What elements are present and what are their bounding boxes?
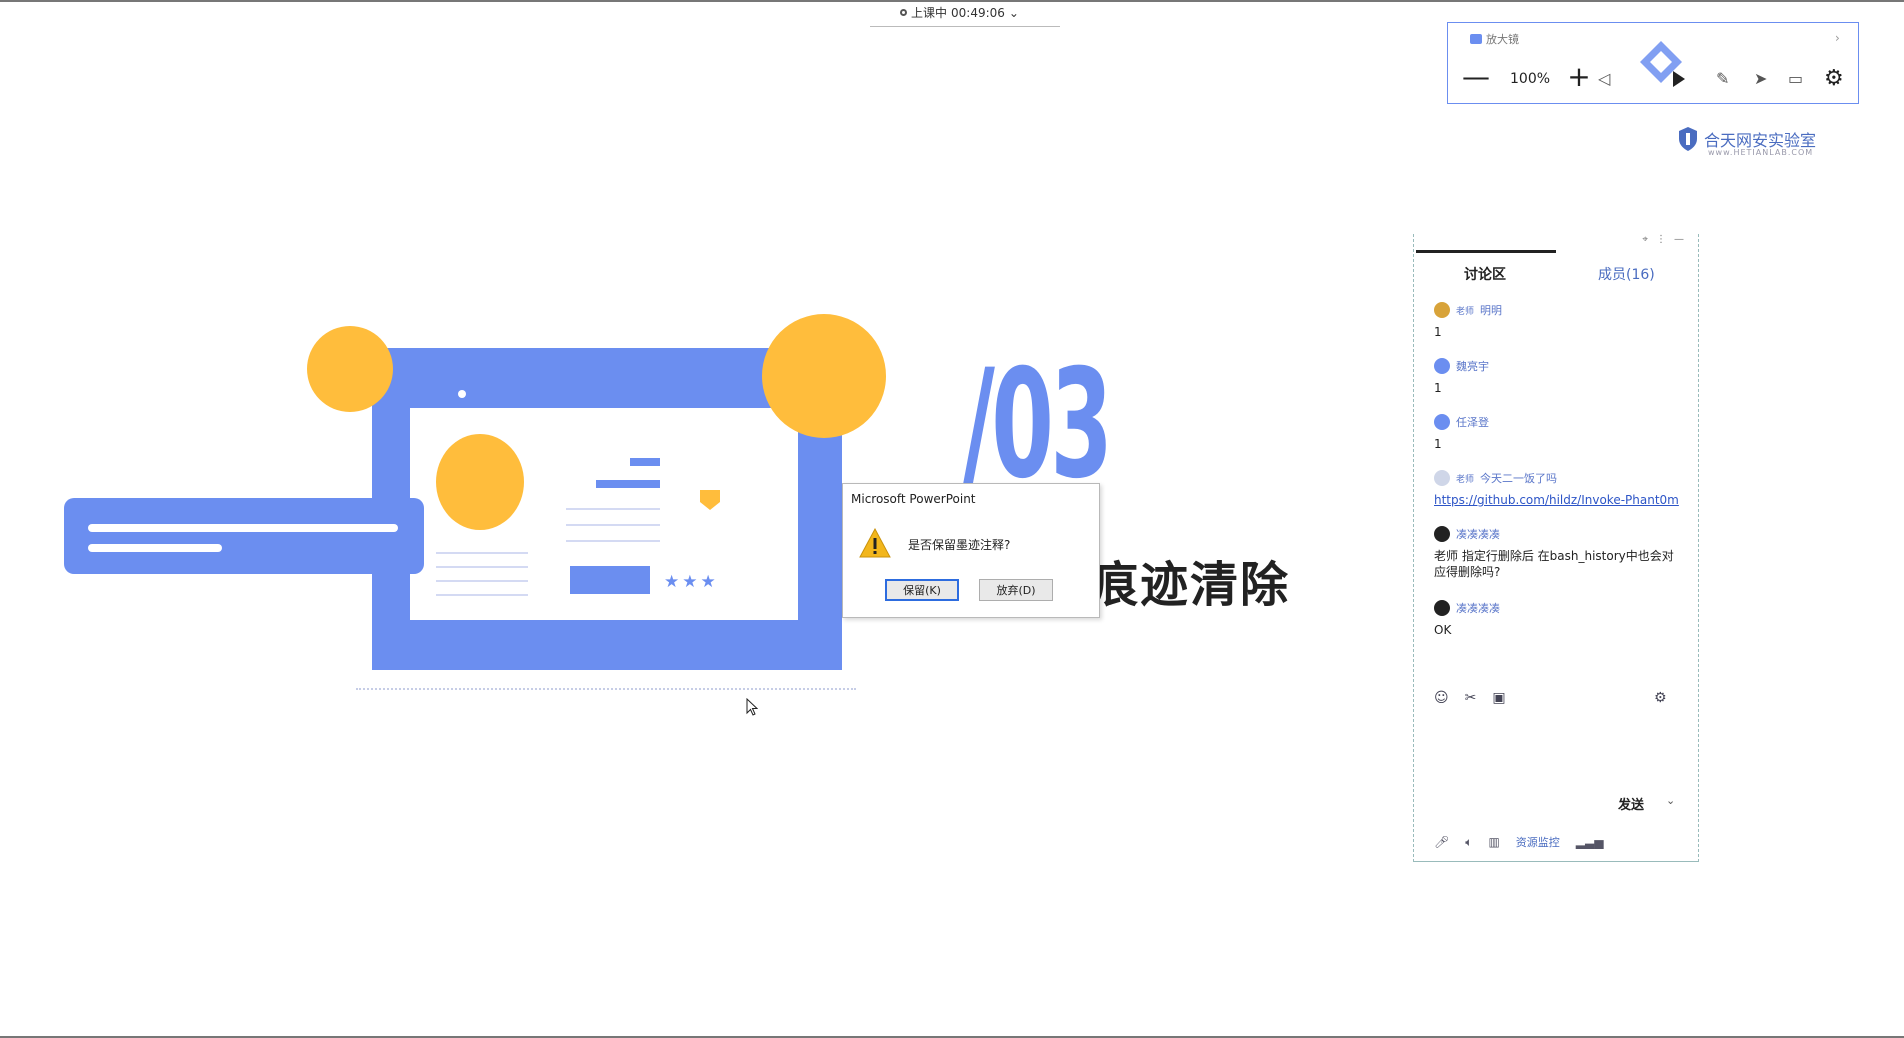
message-link[interactable]: https://github.com/hildz/Invoke-Phant0m xyxy=(1434,493,1679,507)
avatar xyxy=(1434,526,1450,542)
illustration-button xyxy=(570,566,650,594)
illustration-line xyxy=(436,594,528,596)
decor-circle-inner xyxy=(436,434,524,530)
sender-name: 明明 xyxy=(1480,304,1503,317)
chevron-down-icon[interactable]: ⌄ xyxy=(1666,794,1675,807)
magnifier-toolbar: 放大镜 › — 100% + ◁ ✎ ➤ ▭ ⚙ xyxy=(1447,22,1859,104)
panel-window-controls: ⌖ ⋮ — xyxy=(1642,234,1684,245)
illustration-banner xyxy=(64,498,424,574)
illustration-shadow xyxy=(356,688,856,692)
sender-name: 任泽登 xyxy=(1456,416,1489,429)
chat-message: 凑凑凑凑 老师 指定行删除后 在bash_history中也会对应得删除吗? xyxy=(1434,526,1684,580)
message-text: 老师 指定行删除后 在bash_history中也会对应得删除吗? xyxy=(1434,549,1674,579)
minimize-icon[interactable]: — xyxy=(1674,234,1684,245)
illustration-line xyxy=(436,580,528,582)
chevron-right-icon[interactable]: › xyxy=(1835,31,1840,45)
illustration-line xyxy=(566,508,660,510)
avatar xyxy=(1434,600,1450,616)
active-tab-indicator xyxy=(1416,250,1556,253)
avatar xyxy=(1434,358,1450,374)
brand-url: www.HETIANLAB.COM xyxy=(1708,148,1814,157)
zoom-out-button[interactable]: — xyxy=(1462,63,1490,93)
rating-stars: ★★★ xyxy=(664,572,719,592)
shield-icon xyxy=(1679,127,1697,151)
class-timer: 00:49:06 xyxy=(951,5,1005,20)
pen-icon[interactable]: ✎ xyxy=(1716,69,1729,88)
class-status-label: 上课中 xyxy=(911,6,948,20)
screen-top-border xyxy=(0,0,1904,2)
illustration-bar xyxy=(596,480,660,488)
decor-circle-right xyxy=(762,314,886,438)
sender-name: 今天二一饭了吗 xyxy=(1480,472,1558,485)
warning-icon xyxy=(859,528,891,558)
zoom-in-button[interactable]: + xyxy=(1565,63,1593,93)
eraser-icon[interactable]: ▭ xyxy=(1788,69,1803,88)
chat-message: 凑凑凑凑 OK xyxy=(1434,600,1684,638)
chat-message: 任泽登 1 xyxy=(1434,414,1684,452)
image-icon[interactable]: ▣ xyxy=(1492,690,1505,706)
chat-message: 老师 明明 1 xyxy=(1434,302,1684,340)
avatar xyxy=(1434,470,1450,486)
play-icon[interactable] xyxy=(1673,71,1685,87)
illustration-line xyxy=(436,552,528,554)
panel-footer: 🎤︎ 🔈︎ ▥ 资源监控 ▂▃▅ xyxy=(1434,834,1603,850)
section-number: /03 xyxy=(962,338,1113,512)
discard-button[interactable]: 放弃(D) xyxy=(979,579,1053,601)
pin-icon[interactable]: ⌖ xyxy=(1642,234,1648,245)
magnifier-icon xyxy=(1470,34,1482,44)
tab-discussion[interactable]: 讨论区 xyxy=(1464,264,1506,284)
magnifier-label: 放大镜 xyxy=(1470,31,1519,47)
gear-icon[interactable]: ⚙ xyxy=(1824,66,1844,91)
sender-name: 凑凑凑凑 xyxy=(1456,602,1500,615)
signal-icon[interactable]: ▥ xyxy=(1488,835,1499,849)
zoom-level: 100% xyxy=(1510,71,1551,87)
message-text: 1 xyxy=(1434,325,1442,339)
scissors-icon[interactable]: ✂ xyxy=(1465,690,1477,706)
status-divider xyxy=(870,26,1060,27)
send-button[interactable]: 发送 xyxy=(1618,794,1644,813)
prev-icon[interactable]: ◁ xyxy=(1598,69,1610,88)
mouse-cursor-icon xyxy=(746,698,758,716)
sender-name: 凑凑凑凑 xyxy=(1456,528,1500,541)
pointer-icon[interactable]: ➤ xyxy=(1754,69,1767,88)
illustration-line xyxy=(566,524,660,526)
microphone-icon[interactable]: 🎤︎ xyxy=(1434,835,1449,849)
message-text: 1 xyxy=(1434,381,1442,395)
message-text: OK xyxy=(1434,623,1452,637)
record-icon xyxy=(900,9,907,16)
illustration-dot xyxy=(458,390,466,398)
dialog-title: Microsoft PowerPoint xyxy=(851,492,976,506)
panel-bottom-border xyxy=(1414,861,1698,862)
decor-circle-left xyxy=(307,326,393,412)
settings-icon[interactable]: ⚙ xyxy=(1654,690,1667,706)
avatar xyxy=(1434,414,1450,430)
avatar xyxy=(1434,302,1450,318)
magnifier-title: 放大镜 xyxy=(1486,33,1519,46)
bandwidth-icon: ▂▃▅ xyxy=(1575,835,1604,849)
resource-monitor-link[interactable]: 资源监控 xyxy=(1516,834,1560,850)
speaker-icon[interactable]: 🔈︎ xyxy=(1465,835,1472,850)
illustration-line xyxy=(566,540,660,542)
discussion-panel: ⌖ ⋮ — 讨论区 成员(16) 老师 明明 1 魏亮宇 1 任泽登 1 老师 今天… xyxy=(1413,234,1699,862)
ink-annotation-dialog: Microsoft PowerPoint 是否保留墨迹注释? 保留(K) 放弃(… xyxy=(842,483,1100,618)
section-title: 痕迹清除 xyxy=(1090,557,1291,613)
chevron-down-icon[interactable]: ⌄ xyxy=(1009,6,1019,20)
chat-message: 魏亮宇 1 xyxy=(1434,358,1684,396)
keep-button[interactable]: 保留(K) xyxy=(885,579,959,601)
class-status[interactable]: 上课中 00:49:06 ⌄ xyxy=(900,4,1019,21)
sender-name: 魏亮宇 xyxy=(1456,360,1489,373)
emoji-icon[interactable]: ☺ xyxy=(1434,690,1449,706)
input-toolbar: ☺ ✂ ▣ xyxy=(1434,690,1506,706)
illustration-bar xyxy=(630,458,660,466)
illustration-line xyxy=(436,566,528,568)
tab-members[interactable]: 成员(16) xyxy=(1598,264,1655,284)
dialog-message: 是否保留墨迹注释? xyxy=(908,538,1011,552)
chat-message: 老师 今天二一饭了吗 https://github.com/hildz/Invok… xyxy=(1434,470,1679,507)
message-text: 1 xyxy=(1434,437,1442,451)
more-icon[interactable]: ⋮ xyxy=(1656,234,1666,245)
